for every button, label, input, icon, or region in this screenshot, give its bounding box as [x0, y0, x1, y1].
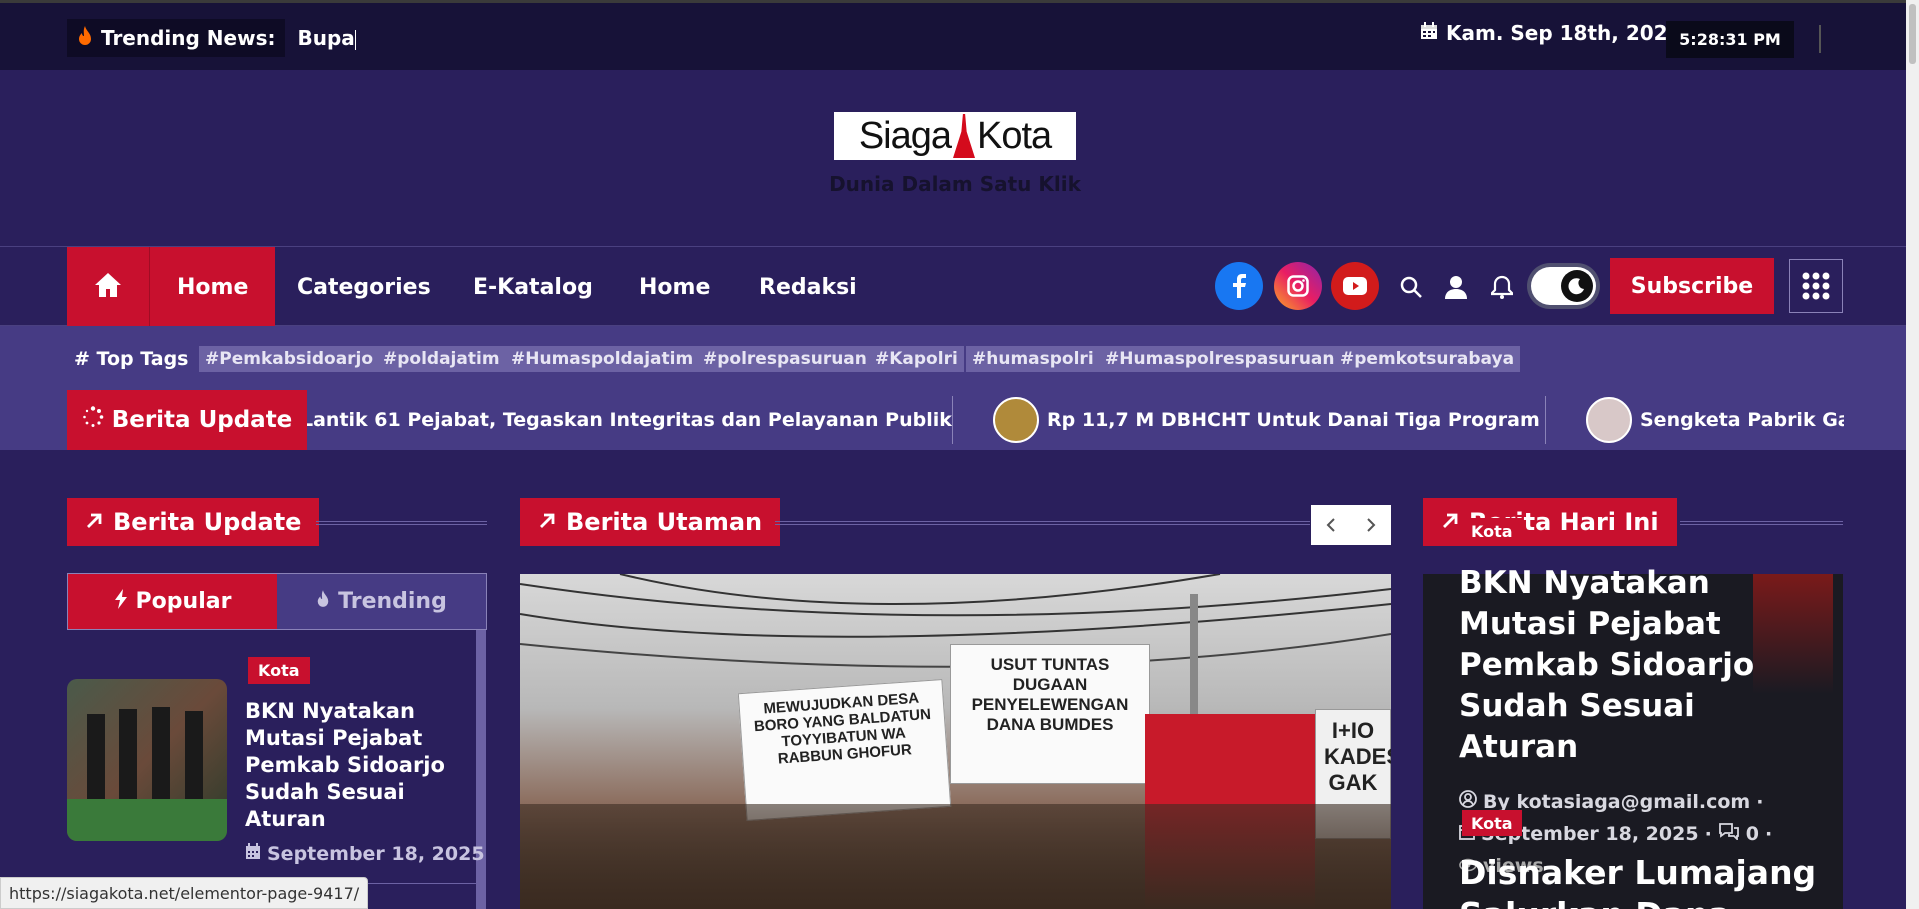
- nav-item-home-2[interactable]: Home: [612, 247, 737, 327]
- divider: [952, 396, 953, 444]
- tower-icon: [953, 114, 976, 158]
- grid-menu-icon[interactable]: [1789, 259, 1843, 313]
- post-tabs: Popular Trending: [67, 573, 487, 630]
- site-tagline: Dunia Dalam Satu Klik: [829, 172, 1081, 196]
- divider: [1545, 396, 1546, 444]
- tag-link[interactable]: #humaspolri: [966, 346, 1100, 372]
- instagram-icon[interactable]: [1274, 262, 1322, 310]
- top-tags-label: # Top Tags: [74, 348, 189, 370]
- ticker-thumbnail: [993, 397, 1039, 443]
- arrow-up-right-icon: [538, 508, 556, 536]
- ticker-label: Berita Update: [67, 390, 307, 450]
- news-ticker: Lantik 61 Pejabat, Tegaskan Integritas d…: [307, 390, 1844, 450]
- divider: [1819, 25, 1821, 53]
- category-badge[interactable]: Kota: [1462, 518, 1522, 544]
- category-badge[interactable]: Kota: [248, 657, 310, 684]
- calendar-icon: [1420, 21, 1438, 45]
- tag-link[interactable]: #poldajatim: [377, 346, 506, 372]
- moon-icon: [1561, 270, 1593, 302]
- dark-mode-toggle[interactable]: [1527, 263, 1600, 309]
- nav-item-redaksi[interactable]: Redaksi: [732, 247, 884, 327]
- nav-item-home[interactable]: Home: [150, 247, 276, 327]
- post-title[interactable]: BKN Nyatakan Mutasi Pejabat Pemkab Sidoa…: [245, 698, 470, 833]
- scrollbar-thumb[interactable]: [1909, 4, 1916, 64]
- category-badge[interactable]: Kota: [1462, 810, 1522, 836]
- bell-icon[interactable]: [1487, 272, 1517, 302]
- fire-icon: [316, 589, 330, 615]
- protest-sign: MEWUJUDKAN DESA BORO YANG BALDATUN TOYYI…: [737, 679, 952, 821]
- ticker-item[interactable]: Sengketa Pabrik Gar: [1586, 390, 1844, 450]
- date-display: Kam. Sep 18th, 2025: [1420, 21, 1682, 45]
- tag-link[interactable]: #Kapolri: [869, 346, 964, 372]
- chevron-left-icon[interactable]: [1311, 505, 1351, 545]
- calendar-icon: [245, 843, 261, 865]
- page-scrollbar[interactable]: [1906, 0, 1919, 909]
- section-title-berita-utaman: Berita Utaman: [520, 498, 781, 546]
- trending-label: Trending News:: [101, 26, 276, 50]
- tag-link[interactable]: #Humaspolrespasuruan: [1099, 346, 1341, 372]
- featured-title-2[interactable]: Disnaker Lumajang Salurkan Dana: [1459, 852, 1859, 909]
- crowd: [520, 804, 1391, 909]
- home-icon: [94, 272, 122, 302]
- spinner-icon: [82, 406, 104, 434]
- facebook-icon[interactable]: [1215, 262, 1263, 310]
- post-date: September 18, 2025: [245, 843, 485, 865]
- home-icon-button[interactable]: [67, 247, 149, 327]
- featured-main-image[interactable]: MEWUJUDKAN DESA BORO YANG BALDATUN TOYYI…: [520, 574, 1391, 909]
- arrow-up-right-icon: [1441, 508, 1459, 536]
- tag-link[interactable]: #pemkotsurabaya: [1334, 346, 1521, 372]
- search-icon[interactable]: [1396, 272, 1426, 302]
- bolt-icon: [114, 588, 128, 615]
- youtube-icon[interactable]: [1331, 262, 1379, 310]
- date-text: Kam. Sep 18th, 2025: [1446, 21, 1682, 45]
- comment-icon: [1718, 822, 1740, 845]
- site-logo[interactable]: Siaga Kota: [834, 112, 1076, 160]
- nav-item-e-katalog[interactable]: E-Katalog: [446, 247, 620, 327]
- arrow-up-right-icon: [85, 508, 103, 536]
- section-title-berita-update: Berita Update: [67, 498, 320, 546]
- status-url: https://siagakota.net/elementor-page-941…: [0, 877, 369, 909]
- featured-title[interactable]: BKN Nyatakan Mutasi Pejabat Pemkab Sidoa…: [1459, 563, 1799, 768]
- chevron-right-icon[interactable]: [1351, 505, 1391, 545]
- top-bar: Trending News: Bupa Kam. Sep 18th, 2025 …: [0, 0, 1919, 70]
- tab-popular[interactable]: Popular: [68, 574, 277, 629]
- nav-item-categories[interactable]: Categories: [270, 247, 458, 327]
- divider: [316, 521, 487, 525]
- ticker-item[interactable]: Rp 11,7 M DBHCHT Untuk Danai Tiga Progra…: [993, 390, 1540, 450]
- subscribe-button[interactable]: Subscribe: [1610, 258, 1774, 314]
- panel-scrollbar[interactable]: [476, 630, 486, 909]
- tab-trending[interactable]: Trending: [277, 574, 486, 629]
- ticker-item[interactable]: Lantik 61 Pejabat, Tegaskan Integritas d…: [307, 390, 952, 450]
- tag-link[interactable]: #Humaspoldajatim: [505, 346, 700, 372]
- divider: [775, 521, 1310, 525]
- trending-news: Trending News: Bupa: [67, 19, 356, 57]
- tag-link[interactable]: #Pemkabsidoarjo: [199, 346, 380, 372]
- divider: [1680, 521, 1843, 525]
- fire-icon: [77, 25, 93, 51]
- toggle-track: [1531, 267, 1596, 305]
- trending-headline[interactable]: Bupa: [285, 26, 356, 50]
- ticker-thumbnail: [1586, 397, 1632, 443]
- clock: 5:28:31 PM: [1666, 21, 1794, 58]
- trending-label-box: Trending News:: [67, 19, 286, 57]
- tag-link[interactable]: #polrespasuruan: [697, 346, 873, 372]
- user-icon[interactable]: [1441, 272, 1471, 302]
- post-thumbnail[interactable]: [67, 679, 227, 841]
- protest-sign: USUT TUNTAS DUGAAN PENYELEWENGAN DANA BU…: [950, 644, 1150, 784]
